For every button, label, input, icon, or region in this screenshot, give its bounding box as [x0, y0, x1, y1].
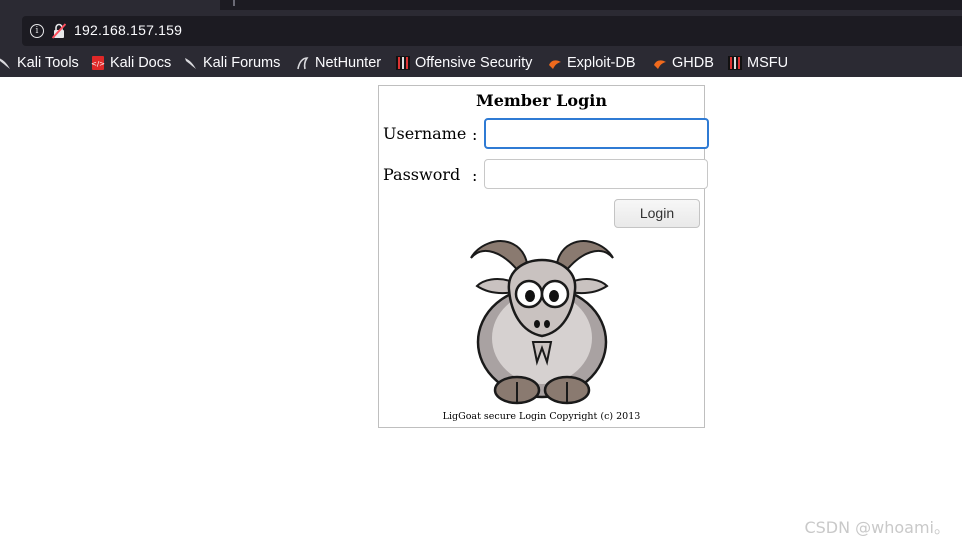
username-colon: :: [472, 125, 478, 144]
password-label: Password: [383, 165, 461, 184]
tab-strip: [0, 0, 962, 10]
login-button[interactable]: Login: [614, 199, 700, 228]
kali-docs-icon: </>: [91, 56, 105, 70]
offsec-icon: [396, 56, 410, 70]
bookmarks-toolbar: Kali Tools </> Kali Docs Kali Forums Net…: [0, 51, 962, 75]
bookmark-kali-tools[interactable]: Kali Tools: [0, 51, 79, 75]
login-form: Member Login Username : Password : Login: [378, 85, 709, 428]
bookmark-label: GHDB: [672, 55, 714, 71]
kali-dragon-icon: [185, 58, 196, 69]
bookmark-kali-forums[interactable]: Kali Forums: [184, 51, 280, 75]
active-tab[interactable]: [0, 0, 220, 10]
copyright-text: LigGoat secure Login Copyright (c) 2013: [442, 411, 641, 422]
bookmark-label: Kali Docs: [110, 55, 172, 71]
bookmark-kali-docs[interactable]: </> Kali Docs: [91, 51, 171, 75]
bookmark-label: Kali Tools: [17, 55, 79, 71]
exploitdb-icon: [549, 60, 561, 69]
info-icon[interactable]: i: [30, 24, 44, 38]
bookmark-label: Offensive Security: [415, 55, 533, 71]
exploitdb-icon: [654, 60, 666, 69]
username-label: Username: [383, 124, 467, 143]
csdn-watermark: CSDN @whoami。: [804, 518, 950, 537]
address-bar[interactable]: i 192.168.157.159: [22, 16, 962, 46]
bookmark-label: MSFU: [747, 55, 789, 71]
bookmark-exploit-db[interactable]: Exploit-DB: [548, 51, 636, 75]
password-colon: :: [472, 166, 478, 185]
offsec-icon: [728, 56, 742, 70]
bookmark-msfu[interactable]: MSFU: [728, 51, 788, 75]
bookmark-label: Exploit-DB: [567, 55, 636, 71]
kali-dragon-icon: [0, 58, 10, 69]
url-text[interactable]: 192.168.157.159: [74, 22, 182, 38]
bookmark-label: Kali Forums: [203, 55, 281, 71]
bookmark-offensive-security[interactable]: Offensive Security: [396, 51, 532, 75]
tab-separator: [233, 0, 235, 6]
bookmark-nethunter[interactable]: NetHunter: [296, 51, 381, 75]
username-input[interactable]: [484, 118, 709, 149]
nethunter-icon: [297, 57, 309, 70]
insecure-lock-icon[interactable]: [52, 23, 66, 39]
password-input[interactable]: [484, 159, 708, 189]
goat-illustration: [470, 240, 614, 405]
bookmark-ghdb[interactable]: GHDB: [653, 51, 714, 75]
svg-text:</>: </>: [91, 60, 105, 68]
form-title: Member Login: [475, 91, 607, 110]
bookmark-label: NetHunter: [315, 55, 382, 71]
browser-chrome: i 192.168.157.159 Kali Tools </> Kali Do…: [0, 0, 962, 77]
